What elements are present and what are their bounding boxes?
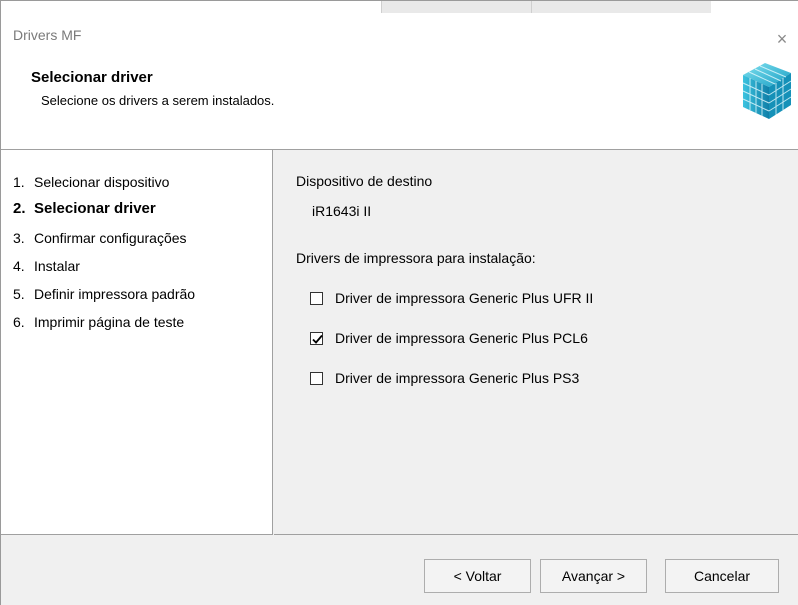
step-item-active: 2. Selecionar driver	[13, 199, 156, 219]
driver-option-ufr2[interactable]: Driver de impressora Generic Plus UFR II	[310, 288, 593, 308]
step-number: 5.	[13, 286, 25, 302]
installer-window: Drivers MF × Selecionar driver Selecione…	[0, 0, 798, 605]
driver-option-ps3[interactable]: Driver de impressora Generic Plus PS3	[310, 368, 579, 388]
steps-pane: 1. Selecionar dispositivo 2. Selecionar dr…	[1, 150, 273, 535]
step-number: 1.	[13, 174, 25, 190]
step-number: 6.	[13, 314, 25, 330]
step-label: Definir impressora padrão	[34, 286, 196, 302]
page-subtitle: Selecione os drivers a serem instalados.	[41, 93, 275, 108]
cancel-button[interactable]: Cancelar	[665, 559, 779, 593]
checkbox-pcl6[interactable]	[310, 331, 323, 345]
step-number: 4.	[13, 258, 25, 274]
step-number: 2.	[13, 200, 26, 217]
driver-option-pcl6[interactable]: Driver de impressora Generic Plus PCL6	[310, 328, 588, 348]
page-title: Selecionar driver	[31, 69, 153, 86]
background-window-strip	[1, 1, 798, 13]
next-button[interactable]: Avançar >	[540, 559, 647, 593]
step-item: 4. Instalar	[13, 256, 80, 276]
step-label: Selecionar dispositivo	[34, 174, 170, 190]
driver-label: Driver de impressora Generic Plus UFR II	[335, 290, 594, 306]
title-bar: Drivers MF ×	[1, 13, 798, 49]
background-tab	[531, 1, 711, 13]
step-label: Instalar	[34, 258, 80, 274]
background-tab	[381, 1, 531, 13]
step-label: Selecionar driver	[34, 200, 156, 217]
wizard-header: Selecionar driver Selecione os drivers a…	[1, 47, 798, 150]
driver-label: Driver de impressora Generic Plus PS3	[335, 370, 580, 386]
checkbox-ps3[interactable]	[310, 371, 323, 385]
step-label: Imprimir página de teste	[34, 314, 185, 330]
checkmark-icon	[312, 334, 323, 344]
cube-stack-icon	[742, 63, 792, 119]
step-item: 1. Selecionar dispositivo	[13, 172, 169, 192]
close-icon: ×	[776, 29, 788, 49]
driver-label: Driver de impressora Generic Plus PCL6	[335, 330, 588, 346]
step-label: Confirmar configurações	[34, 230, 187, 246]
back-button[interactable]: < Voltar	[424, 559, 531, 593]
checkbox-ufr2[interactable]	[310, 291, 323, 305]
drivers-label: Drivers de impressora para instalação:	[296, 250, 536, 266]
step-item: 3. Confirmar configurações	[13, 228, 187, 248]
step-number: 3.	[13, 230, 25, 246]
device-value: iR1643i II	[312, 203, 372, 219]
step-item: 6. Imprimir página de teste	[13, 312, 184, 332]
step-item: 5. Definir impressora padrão	[13, 284, 195, 304]
content-pane: Dispositivo de destino iR1643i II Driver…	[274, 150, 798, 535]
device-label: Dispositivo de destino	[296, 173, 433, 189]
window-title: Drivers MF	[13, 27, 82, 43]
